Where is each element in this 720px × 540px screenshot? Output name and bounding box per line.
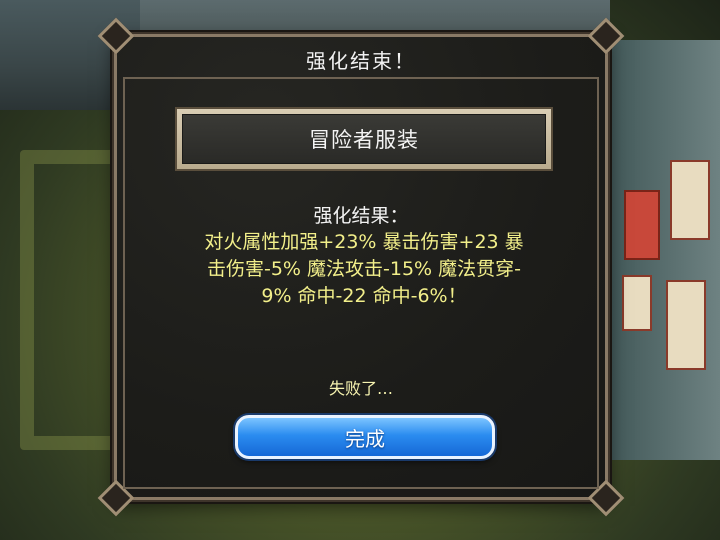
fail-message: 失败了… bbox=[328, 379, 393, 398]
wall-right bbox=[600, 40, 720, 460]
dialog-title: 强化结束！ bbox=[306, 49, 416, 73]
item-name-inner: 冒险者服装 bbox=[182, 114, 546, 164]
wall-poster bbox=[670, 160, 710, 240]
item-name: 冒险者服装 bbox=[309, 128, 419, 152]
done-button-label: 完成 bbox=[345, 426, 385, 451]
wall-poster bbox=[624, 190, 660, 260]
done-button[interactable]: 完成 bbox=[235, 415, 495, 459]
enhance-result-dialog: 强化结束！ 冒险者服装 强化结果： 对火属性加强+23% 暴击伤害+23 暴 击… bbox=[97, 17, 625, 517]
wall-poster bbox=[622, 275, 652, 331]
item-name-panel: 冒险者服装 bbox=[175, 107, 553, 171]
result-label: 强化结果： bbox=[313, 205, 409, 227]
result-stats: 对火属性加强+23% 暴击伤害+23 暴 击伤害-5% 魔法攻击-15% 魔法贯… bbox=[204, 231, 524, 307]
wall-poster bbox=[666, 280, 706, 370]
